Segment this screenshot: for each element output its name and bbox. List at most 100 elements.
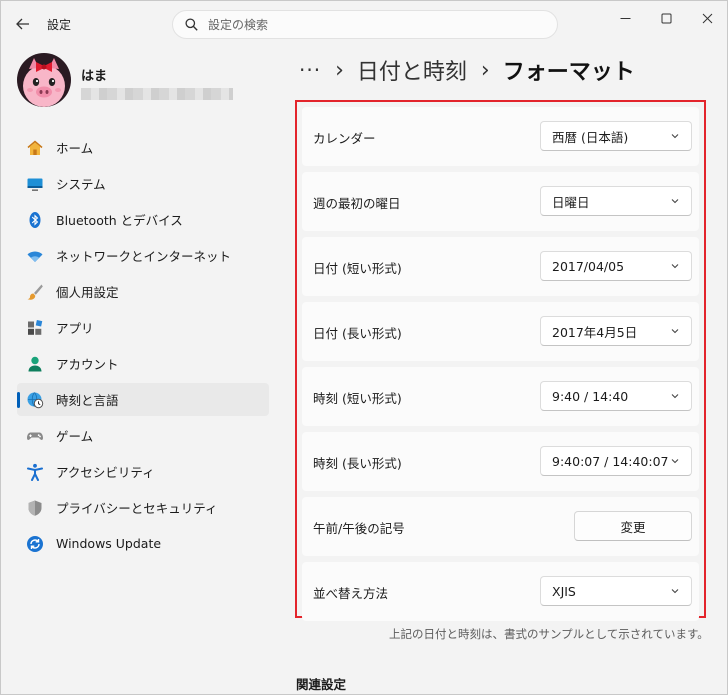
sidebar-item-personalization[interactable]: 個人用設定 xyxy=(17,275,269,308)
short-time-value: 9:40 / 14:40 xyxy=(552,388,629,404)
search-icon xyxy=(185,18,198,31)
settings-window: 設定 設定の検索 はま ホーム システム Bluetooth とデバイス ネット… xyxy=(0,0,728,695)
sort-method-label: 並べ替え方法 xyxy=(313,586,389,601)
breadcrumb-date-time[interactable]: 日付と時刻 xyxy=(357,54,467,86)
sidebar-item-label: ネットワークとインターネット xyxy=(56,249,232,264)
account-icon xyxy=(25,354,45,374)
breadcrumb: ··· › 日付と時刻 › フォーマット xyxy=(299,53,635,87)
pig-avatar-icon xyxy=(17,53,71,107)
system-icon xyxy=(25,174,45,194)
long-date-row: 日付 (長い形式) 2017年4月5日 xyxy=(302,302,699,361)
calendar-label: カレンダー xyxy=(313,131,376,146)
calendar-value: 西暦 (日本語) xyxy=(552,129,629,145)
accessibility-icon xyxy=(25,462,45,482)
chevron-down-icon xyxy=(671,134,679,139)
sidebar-item-apps[interactable]: アプリ xyxy=(17,311,269,344)
sort-method-value: XJIS xyxy=(552,583,576,599)
short-date-label: 日付 (短い形式) xyxy=(313,261,402,276)
short-date-dropdown[interactable]: 2017/04/05 xyxy=(540,251,692,281)
first-day-of-week-dropdown[interactable]: 日曜日 xyxy=(540,186,692,216)
sidebar-item-system[interactable]: システム xyxy=(17,167,269,200)
sidebar-item-label: システム xyxy=(56,177,106,192)
maximize-button[interactable] xyxy=(646,7,686,29)
calendar-row: カレンダー 西暦 (日本語) xyxy=(302,107,699,166)
sidebar-item-privacy[interactable]: プライバシーとセキュリティ xyxy=(17,491,269,524)
chevron-down-icon xyxy=(671,459,679,464)
sidebar-item-label: ホーム xyxy=(56,141,94,156)
sidebar-item-label: アプリ xyxy=(56,321,94,336)
sidebar-item-label: Bluetooth とデバイス xyxy=(56,213,183,228)
long-time-value: 9:40:07 / 14:40:07 xyxy=(552,453,669,469)
am-pm-symbol-label: 午前/午後の記号 xyxy=(313,521,405,536)
change-am-pm-button[interactable]: 変更 xyxy=(574,511,692,541)
format-settings-panel: カレンダー 西暦 (日本語) 週の最初の曜日 日曜日 日付 (短い形式) 201… xyxy=(295,100,706,621)
long-time-row: 時刻 (長い形式) 9:40:07 / 14:40:07 xyxy=(302,432,699,491)
chevron-down-icon xyxy=(671,589,679,594)
sidebar-item-bluetooth[interactable]: Bluetooth とデバイス xyxy=(17,203,269,236)
user-name: はま xyxy=(81,69,108,84)
search-box[interactable] xyxy=(172,10,558,39)
sidebar-item-windows-update[interactable]: Windows Update xyxy=(17,527,269,560)
sidebar-item-label: アカウント xyxy=(56,357,119,372)
first-day-of-week-row: 週の最初の曜日 日曜日 xyxy=(302,172,699,231)
breadcrumb-separator-icon: › xyxy=(335,57,344,83)
long-date-value: 2017年4月5日 xyxy=(552,324,638,340)
title-bar: 設定 xyxy=(1,1,727,47)
user-profile[interactable]: はま xyxy=(17,53,277,109)
gamepad-icon xyxy=(25,426,45,446)
short-time-row: 時刻 (短い形式) 9:40 / 14:40 xyxy=(302,367,699,426)
related-settings-heading: 関連設定 xyxy=(296,677,347,692)
sort-method-row: 並べ替え方法 XJIS xyxy=(302,562,699,621)
sample-note: 上記の日付と時刻は、書式のサンプルとして示されています。 xyxy=(389,627,709,641)
search-input[interactable] xyxy=(208,17,528,32)
minimize-button[interactable] xyxy=(605,7,645,29)
sidebar-item-home[interactable]: ホーム xyxy=(17,131,269,164)
breadcrumb-separator-icon: › xyxy=(480,57,490,83)
time-language-icon xyxy=(25,390,45,410)
first-day-of-week-value: 日曜日 xyxy=(552,194,590,210)
long-date-dropdown[interactable]: 2017年4月5日 xyxy=(540,316,692,346)
sidebar-item-time-language[interactable]: 時刻と言語 xyxy=(17,383,269,416)
long-date-label: 日付 (長い形式) xyxy=(313,326,402,341)
sidebar-item-network[interactable]: ネットワークとインターネット xyxy=(17,239,269,272)
calendar-dropdown[interactable]: 西暦 (日本語) xyxy=(540,121,692,151)
sidebar-item-label: アクセシビリティ xyxy=(56,465,155,480)
close-icon xyxy=(702,13,712,23)
sidebar-item-label: 時刻と言語 xyxy=(56,393,119,408)
long-time-dropdown[interactable]: 9:40:07 / 14:40:07 xyxy=(540,446,692,476)
chevron-down-icon xyxy=(671,199,679,204)
sidebar-item-label: 個人用設定 xyxy=(56,285,119,300)
maximize-icon xyxy=(661,13,671,23)
avatar[interactable] xyxy=(17,53,71,107)
chevron-down-icon xyxy=(671,264,679,269)
chevron-down-icon xyxy=(671,394,679,399)
sidebar-item-gaming[interactable]: ゲーム xyxy=(17,419,269,452)
long-time-label: 時刻 (長い形式) xyxy=(313,456,402,471)
short-date-row: 日付 (短い形式) 2017/04/05 xyxy=(302,237,699,296)
brush-icon xyxy=(25,282,45,302)
home-icon xyxy=(25,138,45,158)
short-date-value: 2017/04/05 xyxy=(552,258,625,274)
sidebar-item-label: ゲーム xyxy=(56,429,94,444)
sidebar-item-accounts[interactable]: アカウント xyxy=(17,347,269,380)
breadcrumb-more-button[interactable]: ··· xyxy=(299,58,321,82)
sidebar-nav: ホーム システム Bluetooth とデバイス ネットワークとインターネット … xyxy=(17,131,269,563)
sidebar-item-accessibility[interactable]: アクセシビリティ xyxy=(17,455,269,488)
sort-method-dropdown[interactable]: XJIS xyxy=(540,576,692,606)
apps-icon xyxy=(25,318,45,338)
short-time-dropdown[interactable]: 9:40 / 14:40 xyxy=(540,381,692,411)
wifi-icon xyxy=(25,246,45,266)
user-email-redacted xyxy=(81,88,233,100)
short-time-label: 時刻 (短い形式) xyxy=(313,391,402,406)
back-arrow-icon xyxy=(16,18,29,30)
back-button[interactable] xyxy=(9,10,37,38)
page-title: フォーマット xyxy=(502,60,635,85)
minimize-icon xyxy=(620,17,630,19)
sidebar-item-label: Windows Update xyxy=(56,536,162,551)
close-button[interactable] xyxy=(687,7,727,29)
bluetooth-icon xyxy=(25,210,45,230)
chevron-down-icon xyxy=(671,329,679,334)
update-icon xyxy=(25,534,45,554)
shield-icon xyxy=(25,498,45,518)
sidebar-item-label: プライバシーとセキュリティ xyxy=(56,501,218,516)
